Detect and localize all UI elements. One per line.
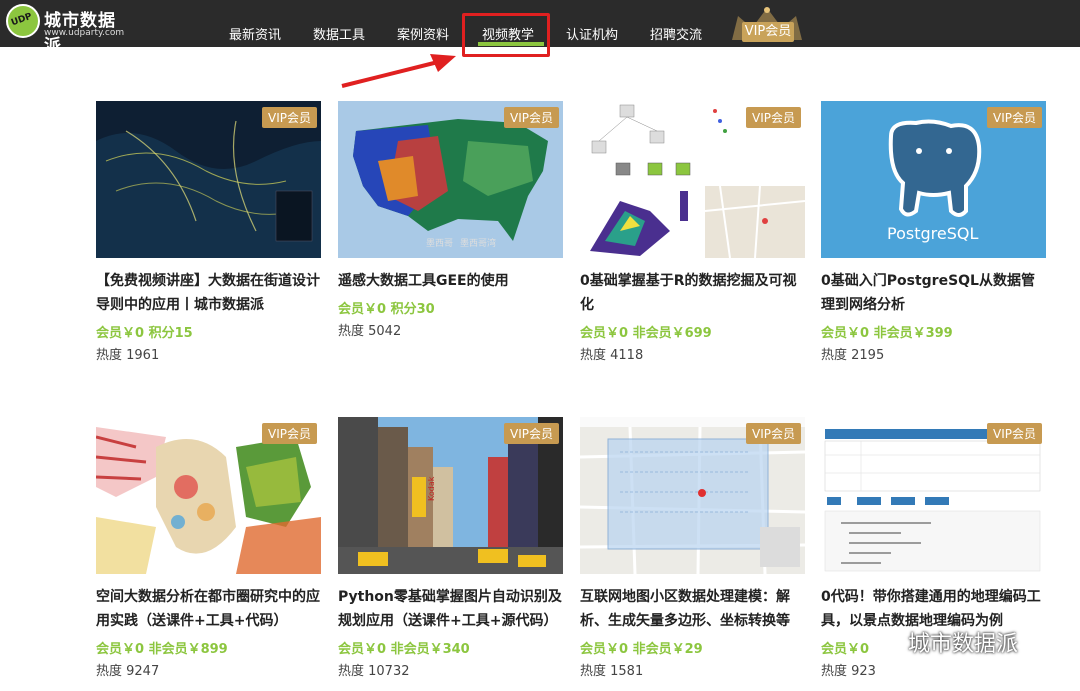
course-price: 会员￥0 非会员￥699 (580, 326, 712, 341)
course-title[interactable]: 互联网地图小区数据处理建模：解析、生成矢量多边形、坐标转换等 (580, 585, 805, 633)
course-card[interactable]: VIP会员 互联网地图小区数据处理建模：解析、生成矢量多边形、坐标转换等 会员￥… (580, 417, 805, 687)
course-price: 会员￥0 积分15 (96, 326, 193, 341)
course-price: 会员￥0 (821, 642, 870, 657)
course-heat: 热度 2195 (821, 348, 885, 363)
course-price: 会员￥0 非会员￥29 (580, 642, 703, 657)
nav-item-news[interactable]: 最新资讯 (229, 24, 281, 43)
nav-item-cases[interactable]: 案例资料 (397, 24, 449, 43)
course-card[interactable]: VIP会员 0基础掌握基于R的数据挖掘及可视化 会员￥0 非会员￥699 热度 … (580, 101, 805, 371)
vip-badge: VIP会员 (262, 423, 317, 444)
map-label-gulf: 墨西哥湾 (460, 237, 496, 249)
course-title[interactable]: 0基础入门PostgreSQL从数据管理到网络分析 (821, 269, 1046, 317)
course-card[interactable]: PostgreSQL VIP会员 0基础入门PostgreSQL从数据管理到网络… (821, 101, 1046, 371)
course-thumbnail[interactable]: VIP会员 (821, 417, 1046, 574)
course-heat: 热度 5042 (338, 324, 402, 339)
course-card[interactable]: Kodak VIP会员 Python零基础掌握图片自动识别及规划应用（送课件+工… (338, 417, 563, 687)
site-logo[interactable]: UDP 城市数据派 www.udparty.com (6, 4, 125, 56)
wechat-icon (865, 626, 902, 655)
watermark-text: 城市数据派 (908, 632, 1019, 657)
course-thumbnail[interactable]: 墨西哥 墨西哥湾 VIP会员 (338, 101, 563, 258)
vip-badge: VIP会员 (987, 107, 1042, 128)
course-thumbnail[interactable]: PostgreSQL VIP会员 (821, 101, 1046, 258)
course-thumbnail[interactable]: VIP会员 (96, 101, 321, 258)
course-title[interactable]: 0基础掌握基于R的数据挖掘及可视化 (580, 269, 805, 317)
annotation-highlight-box (462, 13, 550, 57)
course-heat: 热度 10732 (338, 664, 410, 679)
vip-badge: VIP会员 (746, 423, 801, 444)
course-thumbnail[interactable]: VIP会员 (96, 417, 321, 574)
course-thumbnail[interactable]: VIP会员 (580, 417, 805, 574)
course-title[interactable]: 【免费视频讲座】大数据在街道设计导则中的应用丨城市数据派 (96, 269, 321, 317)
course-card[interactable]: 墨西哥 墨西哥湾 VIP会员 遥感大数据工具GEE的使用 会员￥0 积分30 热… (338, 101, 563, 371)
course-heat: 热度 4118 (580, 348, 644, 363)
course-title[interactable]: 遥感大数据工具GEE的使用 (338, 269, 563, 293)
vip-badge: VIP会员 (504, 107, 559, 128)
postgresql-logo-text: PostgreSQL (887, 224, 978, 243)
map-label-mexico: 墨西哥 (426, 238, 453, 249)
course-title[interactable]: 空间大数据分析在都市圈研究中的应用实践（送课件+工具+代码） (96, 585, 321, 633)
annotation-arrow-icon (341, 54, 456, 88)
vip-badge: VIP会员 (987, 423, 1042, 444)
course-card[interactable]: VIP会员 【免费视频讲座】大数据在街道设计导则中的应用丨城市数据派 会员￥0 … (96, 101, 321, 371)
course-price: 会员￥0 非会员￥399 (821, 326, 953, 341)
kodak-sign-text: Kodak (427, 476, 436, 501)
nav-item-jobs[interactable]: 招聘交流 (650, 24, 702, 43)
course-price: 会员￥0 非会员￥340 (338, 642, 470, 657)
vip-badge: VIP会员 (746, 107, 801, 128)
course-price: 会员￥0 非会员￥899 (96, 642, 228, 657)
vip-member-button[interactable]: VIP会员 (742, 22, 794, 42)
course-thumbnail[interactable]: Kodak VIP会员 (338, 417, 563, 574)
course-heat: 热度 1961 (96, 348, 160, 363)
course-thumbnail[interactable]: VIP会员 (580, 101, 805, 258)
course-price: 会员￥0 积分30 (338, 302, 435, 317)
course-heat: 热度 923 (821, 664, 876, 679)
wechat-watermark: 城市数据派 (864, 622, 1064, 662)
logo-url: www.udparty.com (44, 28, 125, 38)
nav-item-certification[interactable]: 认证机构 (566, 24, 618, 43)
course-title[interactable]: Python零基础掌握图片自动识别及规划应用（送课件+工具+源代码） (338, 585, 563, 633)
logo-badge-icon: UDP (6, 4, 40, 38)
course-heat: 热度 9247 (96, 664, 160, 679)
course-card[interactable]: VIP会员 空间大数据分析在都市圈研究中的应用实践（送课件+工具+代码） 会员￥… (96, 417, 321, 687)
vip-badge: VIP会员 (504, 423, 559, 444)
course-heat: 热度 1581 (580, 664, 644, 679)
vip-badge: VIP会员 (262, 107, 317, 128)
nav-item-tools[interactable]: 数据工具 (313, 24, 365, 43)
